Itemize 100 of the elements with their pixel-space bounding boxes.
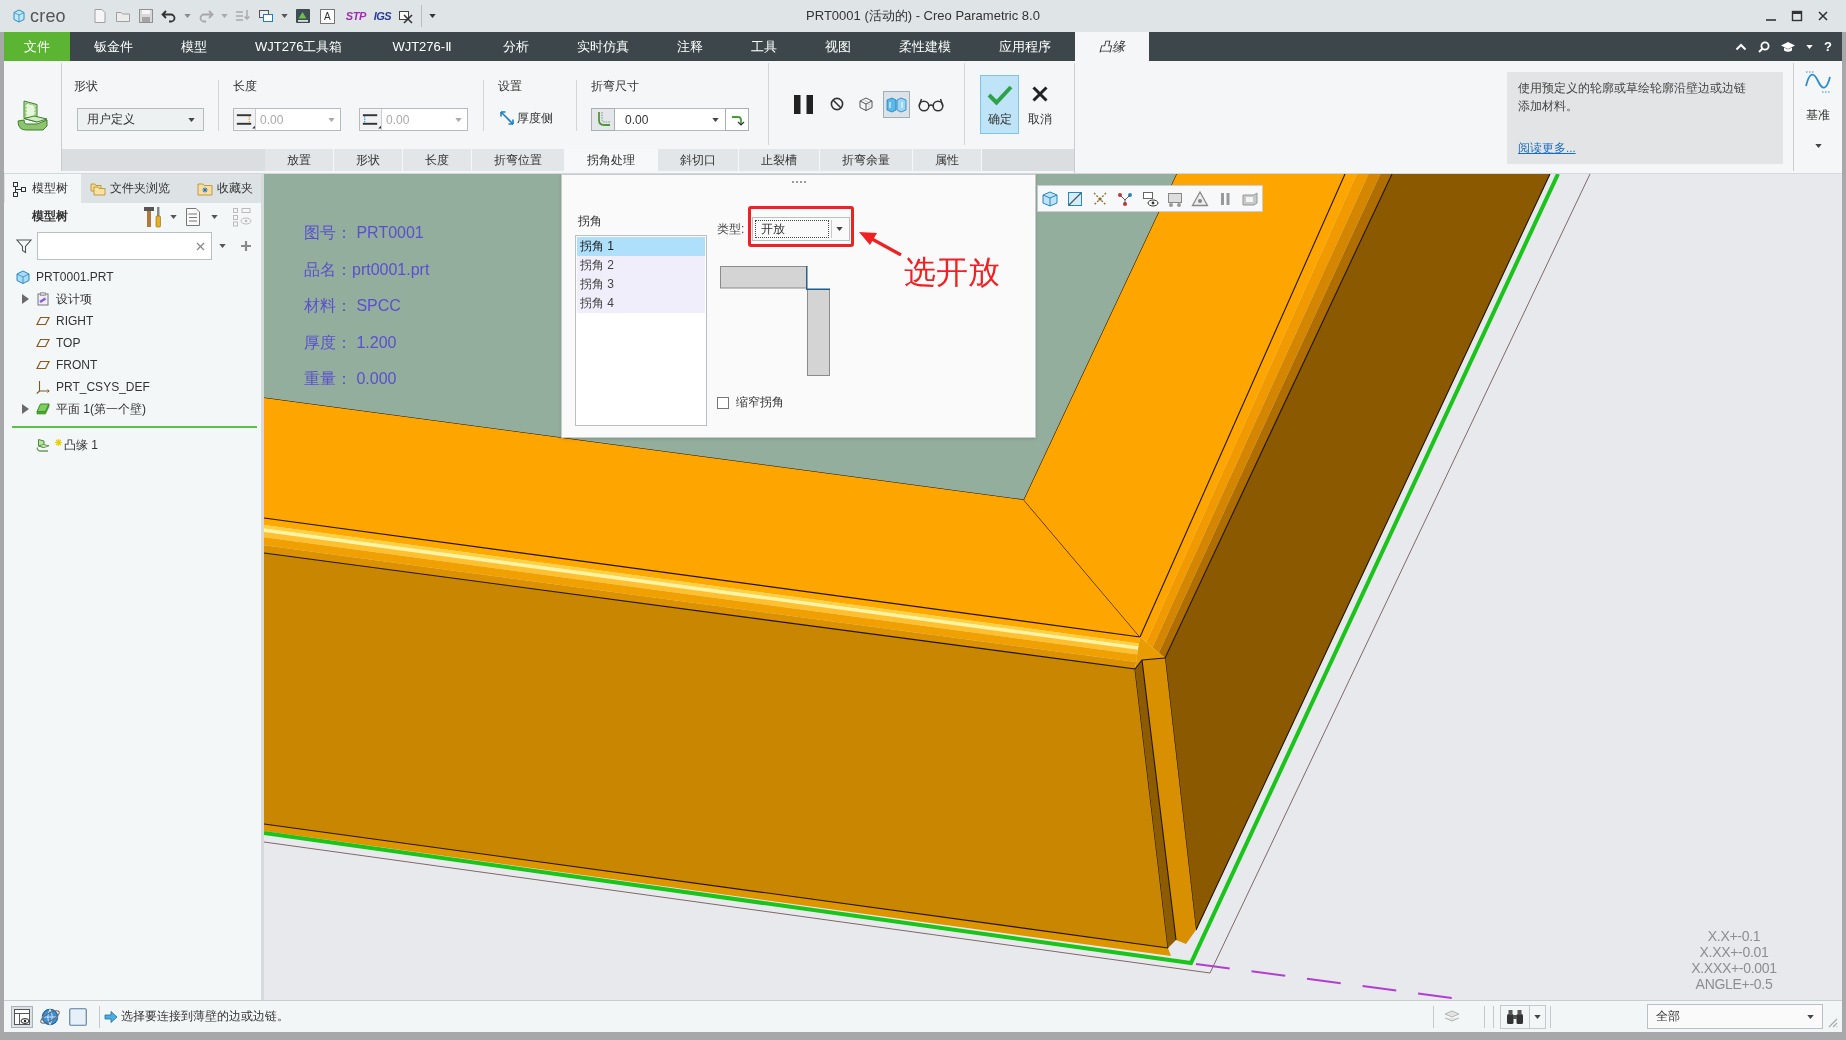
sub-tab[interactable]: 形状 bbox=[334, 149, 403, 171]
menu-tab[interactable]: WJT276工具箱 bbox=[231, 32, 367, 61]
text-a-button[interactable]: A bbox=[319, 8, 335, 24]
list-document-icon[interactable] bbox=[185, 206, 201, 227]
ok-button[interactable]: 确定 bbox=[980, 75, 1019, 134]
list-item[interactable]: 拐角 4 bbox=[577, 294, 705, 313]
front-flange[interactable] bbox=[264, 398, 1171, 956]
tree-item[interactable]: PRT_CSYS_DEF bbox=[56, 380, 150, 394]
read-more-link[interactable]: 阅读更多... bbox=[1518, 140, 1576, 156]
wireframe-cube-icon[interactable] bbox=[858, 96, 874, 112]
sheet-metal-flange-icon[interactable] bbox=[16, 99, 49, 133]
list-item[interactable]: 拐角 1 bbox=[577, 237, 705, 256]
thickness-side-button[interactable]: 厚度侧 bbox=[499, 108, 576, 128]
maximize-icon[interactable] bbox=[1790, 9, 1804, 23]
no-sign-icon[interactable] bbox=[830, 97, 844, 111]
stp-export-button[interactable]: STP bbox=[345, 9, 366, 23]
save-icon[interactable] bbox=[137, 8, 154, 24]
csys-display-icon[interactable] bbox=[1141, 189, 1159, 208]
caret-icon[interactable] bbox=[1814, 144, 1822, 148]
triangle-icon[interactable] bbox=[1191, 189, 1209, 208]
tools-icon[interactable] bbox=[143, 205, 163, 228]
caret-icon bbox=[1534, 1014, 1541, 1019]
search-icon[interactable] bbox=[1758, 40, 1771, 53]
menu-tab[interactable]: 工具 bbox=[726, 32, 801, 61]
filter-icon[interactable] bbox=[16, 238, 32, 254]
plus-icon[interactable] bbox=[240, 240, 252, 252]
expand-arrow-icon[interactable] bbox=[22, 404, 29, 414]
tree-item[interactable]: PRT0001.PRT bbox=[36, 270, 114, 284]
list-item[interactable]: 拐角 3 bbox=[577, 275, 705, 294]
cubes-icon[interactable] bbox=[883, 90, 910, 118]
menu-tab[interactable]: 凸缘 bbox=[1074, 32, 1149, 61]
search-field[interactable] bbox=[37, 232, 212, 260]
plane-display-icon[interactable] bbox=[1066, 189, 1084, 208]
diagonal-arrows-icon bbox=[499, 110, 515, 126]
type-dropdown[interactable]: 开放 bbox=[752, 217, 851, 241]
sub-tab[interactable]: 属性 bbox=[913, 149, 982, 171]
menu-tab[interactable]: 视图 bbox=[800, 32, 875, 61]
tree-item[interactable]: 凸缘 1 bbox=[64, 436, 98, 454]
list-item[interactable]: 拐角 2 bbox=[577, 256, 705, 275]
panel-tab[interactable]: 文件夹浏览 bbox=[81, 174, 188, 203]
filter-dropdown[interactable]: 全部 bbox=[1647, 1004, 1823, 1029]
menu-tab[interactable]: 实时仿真 bbox=[552, 32, 653, 61]
datum-button[interactable]: 基准 bbox=[1804, 69, 1832, 122]
caret-icon[interactable] bbox=[1806, 44, 1814, 49]
box-display-icon[interactable] bbox=[1041, 189, 1059, 208]
corner-relief[interactable] bbox=[1134, 637, 1196, 948]
menu-tab[interactable]: 分析 bbox=[478, 32, 553, 61]
caret-icon[interactable] bbox=[219, 244, 226, 248]
close-windows-icon[interactable] bbox=[398, 8, 415, 24]
insert-marker[interactable] bbox=[12, 426, 257, 428]
graduation-cap-icon[interactable] bbox=[1781, 40, 1796, 53]
bend-type-icon[interactable] bbox=[591, 108, 615, 131]
caret-icon[interactable] bbox=[429, 14, 437, 18]
tree-item[interactable]: 平面 1(第一个壁) bbox=[56, 400, 146, 418]
checkbox[interactable] bbox=[717, 396, 729, 409]
tree-item[interactable]: FRONT bbox=[56, 358, 98, 372]
callout-text: 选开放 bbox=[904, 253, 1000, 291]
menu-tab[interactable]: WJT276-Ⅱ bbox=[366, 32, 479, 61]
sub-tab[interactable]: 放置 bbox=[265, 149, 334, 171]
sub-tab[interactable]: 拐角处理 bbox=[565, 149, 658, 171]
pause-icon[interactable] bbox=[793, 93, 814, 115]
caret-icon bbox=[455, 117, 462, 122]
sub-tab[interactable]: 折弯余量 bbox=[820, 149, 913, 171]
side-flange[interactable] bbox=[1024, 174, 1551, 931]
igs-export-button[interactable]: IGS bbox=[373, 9, 392, 23]
menu-tab[interactable]: 注释 bbox=[652, 32, 727, 61]
undo-icon[interactable] bbox=[160, 8, 177, 24]
panel-tab[interactable]: 模型树 bbox=[5, 174, 81, 203]
close-icon[interactable] bbox=[1816, 9, 1830, 23]
document-image-icon[interactable] bbox=[294, 8, 311, 24]
caret-icon[interactable] bbox=[211, 214, 218, 219]
clear-icon[interactable] bbox=[196, 241, 205, 251]
group-label: 长度 bbox=[233, 79, 258, 93]
panel-tab[interactable]: 收藏夹 bbox=[188, 174, 261, 203]
check-icon bbox=[986, 84, 1013, 106]
menu-tab[interactable]: 应用程序 bbox=[974, 32, 1075, 61]
tree-item[interactable]: RIGHT bbox=[56, 314, 94, 328]
expand-arrow-icon[interactable] bbox=[22, 294, 29, 304]
sub-tab[interactable]: 长度 bbox=[403, 149, 472, 171]
shape-dropdown[interactable]: 用户定义 bbox=[77, 108, 204, 131]
graphics-viewport[interactable]: 图号： PRT0001 品名：prt0001.prt 材料： SPCC 厚度： 1.200 重量： 0.000 X.X+-0.1 X.XX+-0.01 X.XXX+-0.001 ANGLE+-0.5 拐角 拐角 1 拐角 2 拐角 3 拐角 4 类型: 开放 缩窄拐角 选开放 bbox=[264, 174, 1842, 1000]
sub-tab[interactable]: 止裂槽 bbox=[739, 149, 820, 171]
bend-direction-icon[interactable] bbox=[725, 108, 749, 131]
menu-tab[interactable]: 柔性建模 bbox=[874, 32, 975, 61]
menu-tab[interactable]: 模型 bbox=[157, 32, 231, 61]
window-icon[interactable] bbox=[67, 1005, 89, 1028]
cancel-button[interactable]: 取消 bbox=[1026, 75, 1054, 134]
caret-icon[interactable] bbox=[170, 214, 177, 219]
tree-item[interactable]: TOP bbox=[56, 336, 81, 350]
tree-item[interactable]: 设计项 bbox=[56, 290, 92, 308]
help-button[interactable]: ? bbox=[1824, 38, 1832, 55]
bend-dimension-field[interactable]: 0.00 bbox=[615, 108, 725, 131]
menu-tab[interactable]: 钣金件 bbox=[70, 32, 157, 61]
sub-tab[interactable]: 折弯位置 bbox=[472, 149, 565, 171]
caret-icon[interactable] bbox=[280, 14, 288, 18]
windows-icon[interactable] bbox=[257, 8, 274, 24]
sub-tab[interactable]: 斜切口 bbox=[658, 149, 739, 171]
find-button[interactable] bbox=[1500, 1004, 1546, 1029]
curve-icon bbox=[1804, 69, 1832, 95]
panel-eye-icon[interactable] bbox=[11, 1005, 33, 1028]
